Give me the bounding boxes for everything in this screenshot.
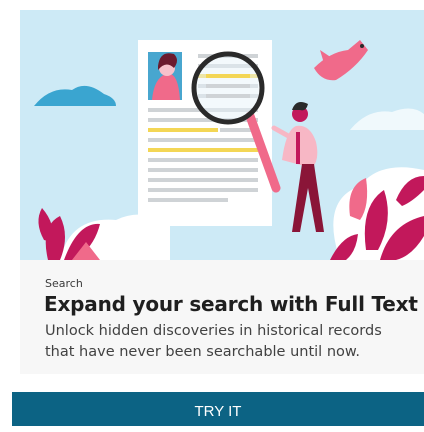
try-it-button[interactable]: TRY IT (12, 392, 424, 426)
cloud-icon (34, 85, 116, 106)
person-icon (271, 102, 324, 232)
card-content: Search Expand your search with Full Text… (20, 260, 424, 374)
card-category: Search (45, 277, 83, 290)
card-headline: Expand your search with Full Text (44, 292, 418, 316)
card-description: Unlock hidden discoveries in historical … (45, 323, 382, 360)
bird-icon (314, 40, 368, 81)
hero-illustration (20, 10, 424, 260)
feature-card: Search Expand your search with Full Text… (20, 0, 424, 374)
